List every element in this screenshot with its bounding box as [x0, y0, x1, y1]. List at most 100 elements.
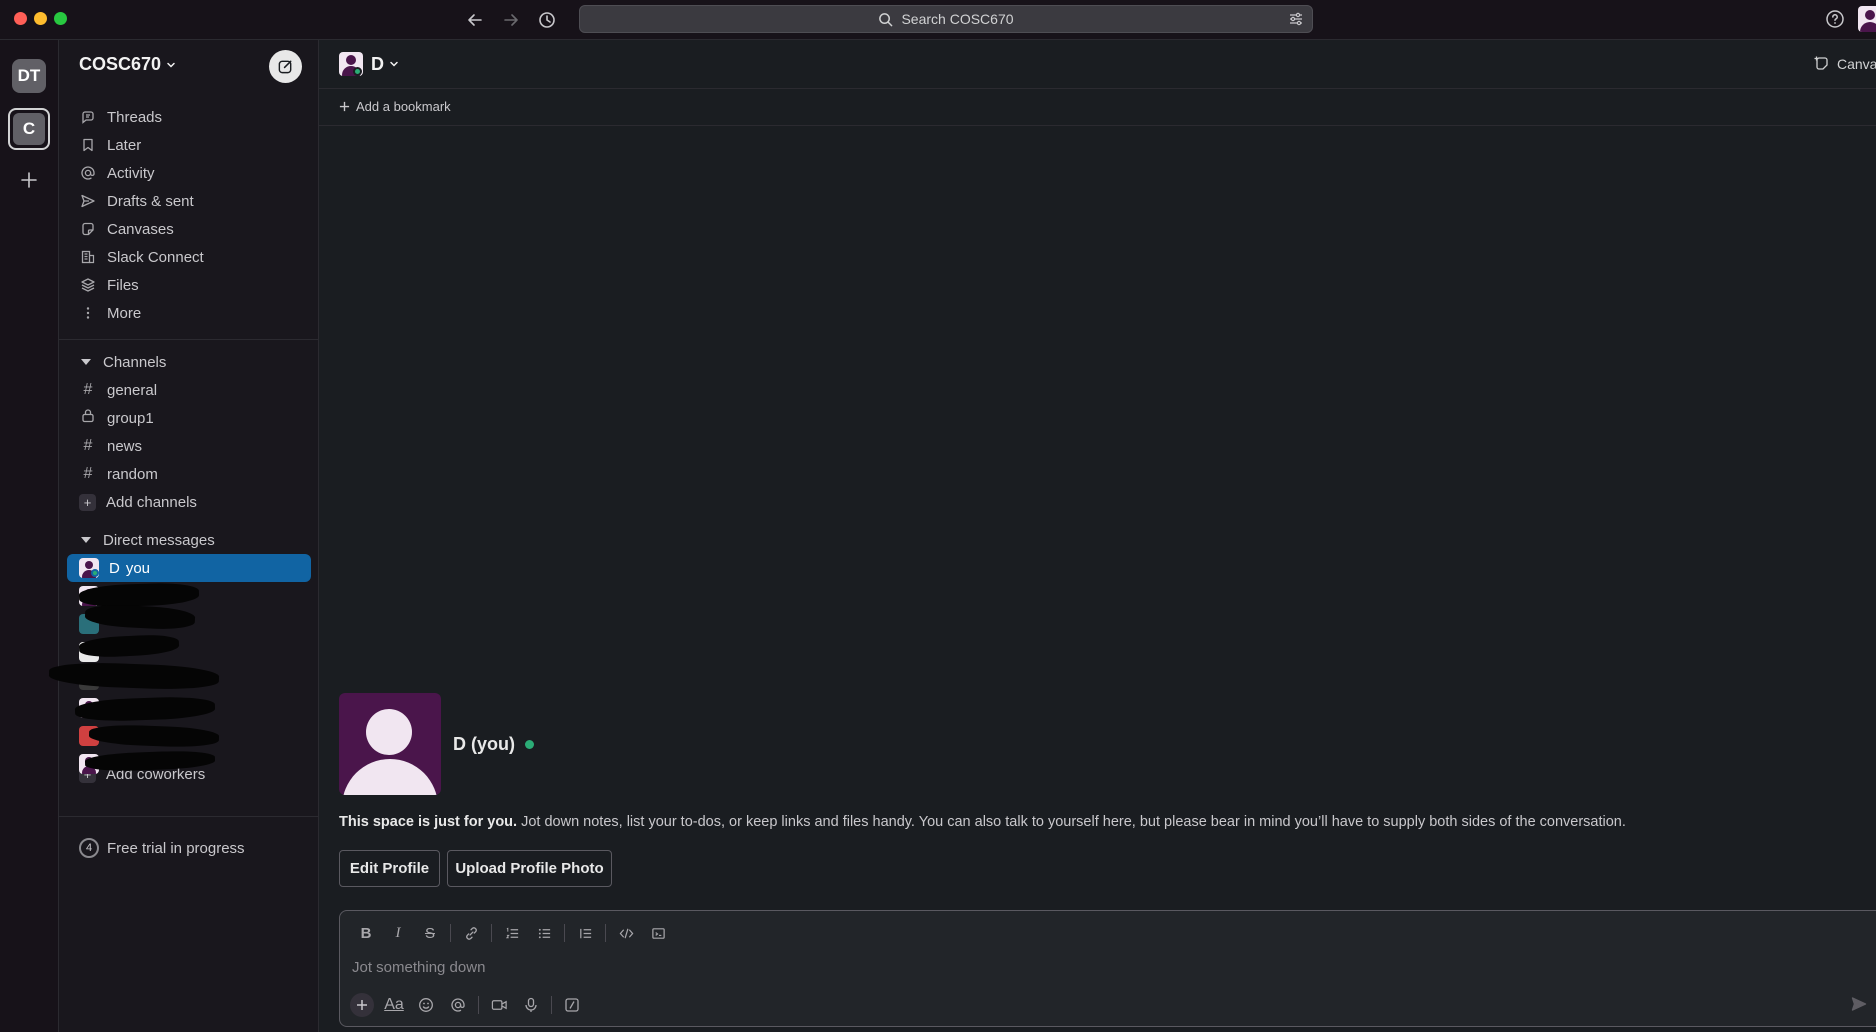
- sidebar-item-canvases[interactable]: Canvases: [59, 215, 319, 243]
- trial-count-badge: 4: [79, 838, 99, 858]
- online-status-icon: [353, 67, 362, 76]
- ordered-list-icon[interactable]: [496, 921, 528, 945]
- search-placeholder: Search COSC670: [901, 11, 1014, 27]
- minimize-window-button[interactable]: [34, 12, 47, 25]
- trial-label: Free trial in progress: [107, 839, 245, 857]
- conversation-title: D: [371, 53, 384, 74]
- bold-icon[interactable]: B: [350, 921, 382, 945]
- online-status-icon: [91, 569, 99, 577]
- sidebar-item-later[interactable]: Later: [59, 131, 319, 159]
- attach-plus-icon[interactable]: [346, 991, 378, 1019]
- building-icon: [79, 248, 97, 266]
- forward-arrow-icon[interactable]: [499, 8, 523, 32]
- workspace-name-menu[interactable]: COSC670: [79, 54, 177, 75]
- history-clock-icon[interactable]: [535, 8, 559, 32]
- caret-down-icon: [81, 537, 91, 543]
- sidebar-item-activity[interactable]: Activity: [59, 159, 319, 187]
- online-status-icon: [525, 740, 534, 749]
- intro-bold: This space is just for you.: [339, 814, 518, 830]
- sidebar-item-label: Threads: [107, 108, 163, 126]
- sidebar-item-drafts[interactable]: Drafts & sent: [59, 187, 319, 215]
- add-channels-label: Add channels: [106, 493, 197, 511]
- blockquote-icon[interactable]: [569, 921, 601, 945]
- search-bar[interactable]: Search COSC670: [579, 5, 1313, 33]
- more-vertical-icon: [79, 304, 97, 322]
- main-pane: D Canvas Add a bookmark D (you) This spa…: [319, 40, 1876, 1032]
- sidebar-item-label: Activity: [107, 164, 155, 182]
- sidebar-item-label: Drafts & sent: [107, 192, 194, 210]
- dms-header[interactable]: Direct messages: [59, 526, 319, 554]
- free-trial-status[interactable]: 4 Free trial in progress: [79, 838, 245, 858]
- sidebar-item-label: Files: [107, 276, 139, 294]
- workspace-c-label: C: [13, 113, 45, 145]
- channels-header-label: Channels: [103, 353, 167, 371]
- channels-header[interactable]: Channels: [59, 348, 319, 376]
- italic-icon[interactable]: I: [382, 921, 414, 945]
- add-workspace-icon[interactable]: [17, 168, 41, 192]
- sidebar-item-dm-self[interactable]: D you: [67, 554, 311, 582]
- intro-body: Jot down notes, list your to-dos, or kee…: [517, 814, 1626, 830]
- channel-name: random: [107, 465, 158, 483]
- canvas-button[interactable]: Canvas: [1813, 55, 1876, 73]
- add-bookmark-button[interactable]: Add a bookmark: [339, 99, 451, 114]
- code-block-icon[interactable]: [642, 921, 674, 945]
- threads-icon: [79, 108, 97, 126]
- sidebar-item-slack-connect[interactable]: Slack Connect: [59, 243, 319, 271]
- canvas-label: Canvas: [1837, 56, 1876, 72]
- microphone-icon[interactable]: [515, 991, 547, 1019]
- slash-command-icon[interactable]: [556, 991, 588, 1019]
- strikethrough-icon[interactable]: S: [414, 921, 446, 945]
- bullet-list-icon[interactable]: [528, 921, 560, 945]
- sidebar-item-files[interactable]: Files: [59, 271, 319, 299]
- search-icon: [879, 12, 893, 26]
- text-format-toggle-icon[interactable]: Aa: [378, 991, 410, 1019]
- link-icon[interactable]: [455, 921, 487, 945]
- intro-name[interactable]: D (you): [453, 734, 534, 755]
- message-composer: B I S Jot something down Aa: [339, 910, 1876, 1027]
- add-channels-button[interactable]: + Add channels: [59, 488, 319, 516]
- sidebar-item-channel-random[interactable]: # random: [59, 460, 319, 488]
- close-window-button[interactable]: [14, 12, 27, 25]
- emoji-icon[interactable]: [410, 991, 442, 1019]
- title-bar: Search COSC670: [0, 0, 1876, 40]
- send-icon[interactable]: [1850, 995, 1868, 1018]
- workspace-name: COSC670: [79, 54, 162, 74]
- compose-icon: [278, 60, 292, 74]
- channel-name: news: [107, 437, 143, 455]
- intro-name-label: D (you): [453, 734, 515, 754]
- maximize-window-button[interactable]: [54, 12, 67, 25]
- sidebar-item-threads[interactable]: Threads: [59, 103, 319, 131]
- composer-actions: Aa: [346, 991, 588, 1019]
- composer-input[interactable]: Jot something down: [352, 959, 485, 976]
- lock-icon: [79, 408, 97, 428]
- video-icon[interactable]: [483, 991, 515, 1019]
- conversation-header: D Canvas: [319, 40, 1876, 89]
- workspace-switcher-c[interactable]: C: [8, 108, 50, 150]
- upload-profile-photo-button[interactable]: Upload Profile Photo: [447, 850, 612, 887]
- sidebar-nav: Threads Later Activity Drafts & sent Can…: [59, 103, 319, 327]
- channel-name: group1: [107, 409, 154, 427]
- formatting-toolbar: B I S: [350, 921, 674, 945]
- edit-profile-button[interactable]: Edit Profile: [339, 850, 440, 887]
- layers-icon: [79, 276, 97, 294]
- profile-avatar-large[interactable]: [339, 693, 441, 795]
- sidebar-item-channel-general[interactable]: # general: [59, 376, 319, 404]
- toolbar-divider: [491, 924, 492, 942]
- workspace-rail: DT C: [0, 40, 59, 1032]
- caret-down-icon: [81, 359, 91, 365]
- compose-button[interactable]: [269, 50, 302, 83]
- plus-icon: [339, 101, 350, 112]
- code-icon[interactable]: [610, 921, 642, 945]
- plus-icon: +: [79, 493, 96, 511]
- filter-sliders-icon[interactable]: [1288, 11, 1304, 27]
- back-arrow-icon[interactable]: [463, 8, 487, 32]
- sidebar-item-channel-news[interactable]: # news: [59, 432, 319, 460]
- workspace-switcher-dt[interactable]: DT: [12, 59, 46, 93]
- sidebar-item-channel-group1[interactable]: group1: [59, 404, 319, 432]
- at-icon: [79, 164, 97, 182]
- help-icon[interactable]: [1825, 9, 1845, 34]
- mention-icon[interactable]: [442, 991, 474, 1019]
- conversation-title-menu[interactable]: D: [339, 52, 400, 76]
- sidebar-item-more[interactable]: More: [59, 299, 319, 327]
- user-avatar[interactable]: [1858, 6, 1876, 32]
